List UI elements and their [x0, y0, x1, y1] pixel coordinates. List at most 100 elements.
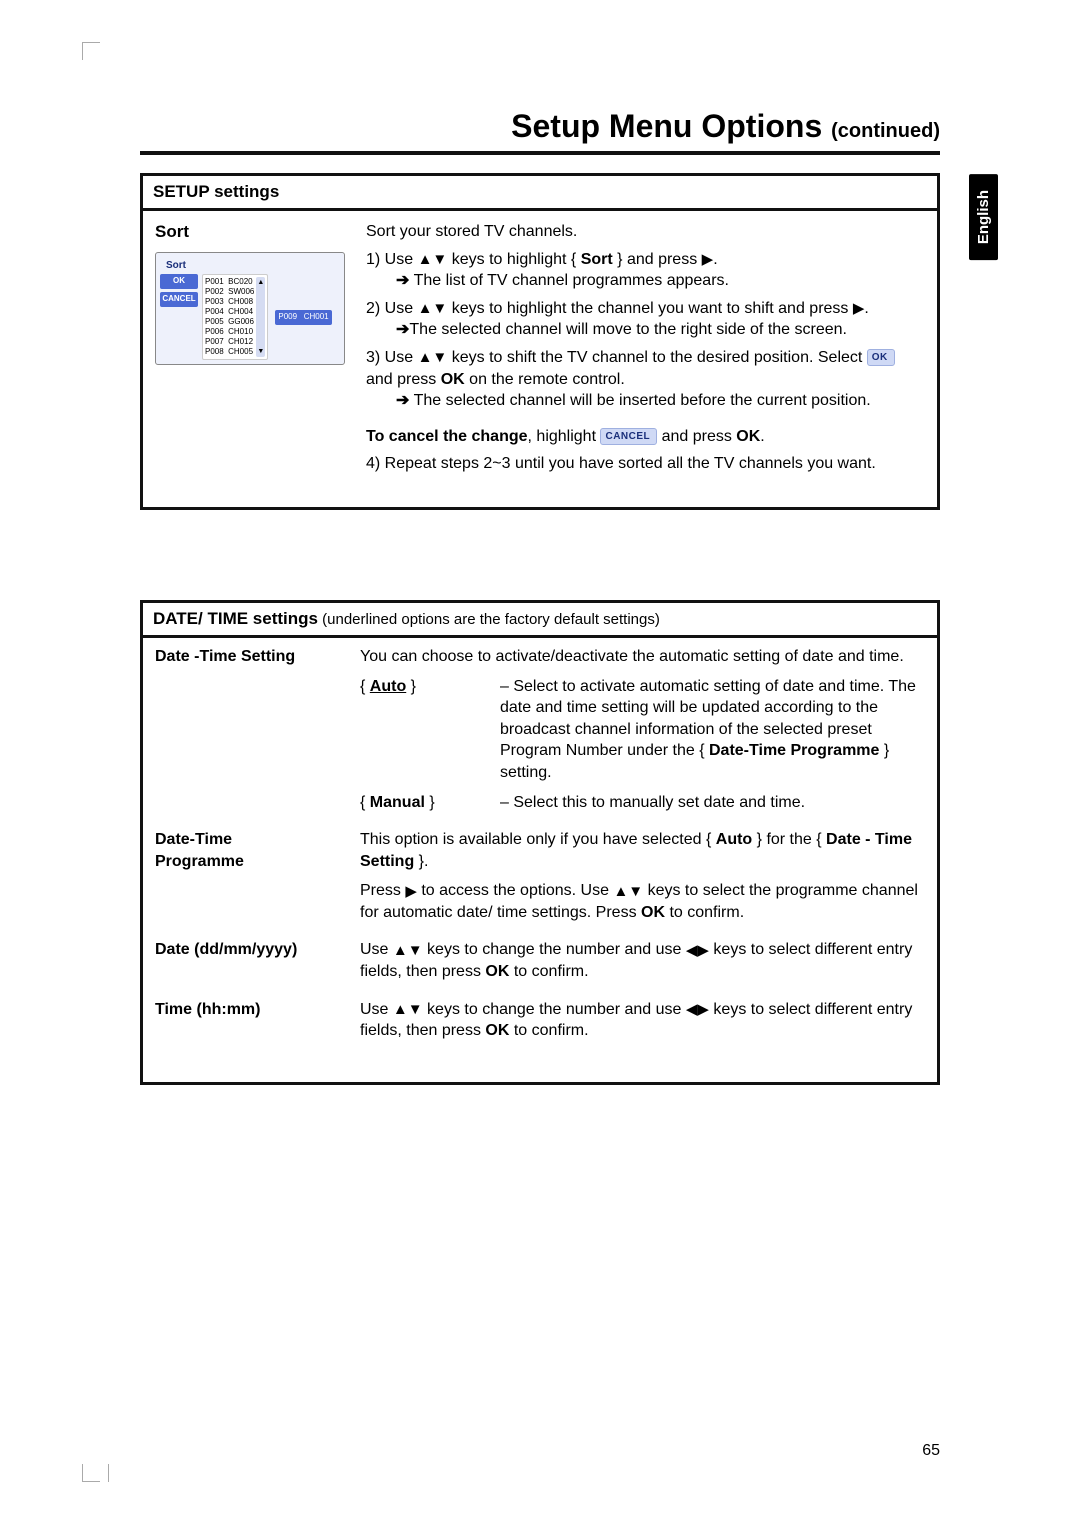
txt: 2) Use: [366, 300, 418, 317]
txt: Auto: [716, 831, 752, 848]
sort-cancel-note: To cancel the change, highlight CANCEL a…: [366, 426, 925, 448]
sort-osd: Sort OK CANCEL P001 BC020 P002 SW006 P00…: [155, 252, 345, 366]
osd-ch: P002 SW006: [205, 287, 254, 297]
dt-row-time: Time (hh:mm) Use ▲▼ keys to change the n…: [143, 991, 937, 1082]
osd-ch: P004 CH004: [205, 307, 254, 317]
txt: }.: [414, 853, 428, 870]
osd-ch: P003 CH008: [205, 297, 254, 307]
osd-channel-list: P001 BC020 P002 SW006 P003 CH008 P004 CH…: [202, 274, 268, 360]
opt-manual-key: { Manual }: [360, 792, 500, 814]
dt-row-title: Date-Time Programme: [155, 829, 360, 923]
txt: and press: [366, 371, 441, 388]
setup-left-col: Sort Sort OK CANCEL P001 BC020 P002 SW00…: [155, 221, 360, 481]
dt-row-programme: Date-Time Programme This option is avail…: [143, 821, 937, 931]
txt: Press: [360, 882, 405, 899]
txt: to confirm.: [509, 1022, 588, 1039]
txt: To cancel the change: [366, 428, 528, 445]
osd-scrollbar: ▲▼: [256, 277, 265, 357]
title-main: Setup Menu Options: [511, 108, 822, 144]
result-arrow-icon: [396, 392, 409, 409]
dt-row2-p2: Press ▶ to access the options. Use ▲▼ ke…: [360, 880, 925, 923]
osd-ch: P005 GG006: [205, 317, 254, 327]
txt: } for the {: [752, 831, 826, 848]
txt: Use: [360, 941, 393, 958]
txt: The list of TV channel programmes appear…: [409, 272, 729, 289]
ok-pill-icon: OK: [867, 349, 895, 367]
crop-mark-tl: [82, 42, 100, 60]
dt-row-title: Time (hh:mm): [155, 999, 360, 1042]
txt: on the remote control.: [465, 371, 625, 388]
txt: OK: [485, 963, 509, 980]
dt-heading-main: DATE/ TIME settings: [153, 609, 318, 628]
txt: keys to highlight {: [447, 251, 580, 268]
sort-intro: Sort your stored TV channels.: [366, 221, 925, 243]
txt: Sort: [581, 251, 613, 268]
txt: to access the options. Use: [417, 882, 614, 899]
txt: keys to shift the TV channel to the desi…: [447, 349, 867, 366]
setup-settings-box: SETUP settings Sort Sort OK CANCEL P001 …: [140, 173, 940, 510]
title-continued: (continued): [831, 120, 940, 142]
osd-ch: P001 BC020: [205, 277, 254, 287]
left-right-icon: ◀▶: [686, 943, 709, 958]
txt: to confirm.: [665, 904, 744, 921]
sort-step-4: 4) Repeat steps 2~3 until you have sorte…: [366, 453, 925, 475]
txt: Manual: [370, 794, 425, 811]
up-down-icon: ▲▼: [418, 350, 448, 365]
right-icon: ▶: [405, 884, 417, 899]
osd-title: Sort: [160, 257, 340, 275]
txt: keys to change the number and use: [423, 941, 686, 958]
txt: Programme: [155, 853, 244, 870]
dt-row1-desc: You can choose to activate/deactivate th…: [360, 646, 925, 668]
crop-mark-mid: [108, 1464, 109, 1482]
datetime-settings-box: DATE/ TIME settings (underlined options …: [140, 600, 940, 1085]
dt-row-title: Date -Time Setting: [155, 646, 360, 813]
scroll-up-icon: ▲: [257, 278, 264, 287]
txt: keys to highlight the channel you want t…: [447, 300, 853, 317]
txt: } and press: [613, 251, 702, 268]
osd-cancel-button: CANCEL: [160, 292, 198, 307]
txt: to confirm.: [509, 963, 588, 980]
txt: .: [864, 300, 868, 317]
right-icon: ▶: [853, 301, 865, 316]
cancel-pill-icon: CANCEL: [600, 428, 657, 446]
sort-step-3: 3) Use ▲▼ keys to shift the TV channel t…: [366, 347, 925, 412]
txt: The selected channel will be inserted be…: [409, 392, 870, 409]
osd-ch: P008 CH005: [205, 347, 254, 357]
osd-selected-channel: P009 CH001: [275, 310, 331, 325]
sort-step-2: 2) Use ▲▼ keys to highlight the channel …: [366, 298, 925, 341]
dt-heading-sub: (underlined options are the factory defa…: [318, 611, 660, 628]
txt: 3) Use: [366, 349, 418, 366]
result-arrow-icon: [396, 321, 409, 338]
opt-manual-val: – Select this to manually set date and t…: [500, 792, 925, 814]
dt-row-setting: Date -Time Setting You can choose to act…: [143, 638, 937, 821]
txt: OK: [736, 428, 760, 445]
opt-auto-key: { Auto }: [360, 676, 500, 784]
osd-ok-button: OK: [160, 274, 198, 289]
txt: Auto: [370, 678, 406, 695]
sort-item-title: Sort: [155, 221, 360, 244]
txt: .: [713, 251, 717, 268]
language-tab: English: [969, 174, 998, 260]
txt: OK: [441, 371, 465, 388]
dt-box-heading: DATE/ TIME settings (underlined options …: [143, 603, 937, 638]
page-number: 65: [922, 1442, 940, 1460]
up-down-icon: ▲▼: [613, 884, 643, 899]
dt-row2-desc: This option is available only if you hav…: [360, 829, 925, 872]
txt: The selected channel will move to the ri…: [409, 321, 847, 338]
scroll-down-icon: ▼: [257, 347, 264, 356]
up-down-icon: ▲▼: [393, 1002, 423, 1017]
txt: This option is available only if you hav…: [360, 831, 716, 848]
txt: Use: [360, 1001, 393, 1018]
dt-row4-desc: Use ▲▼ keys to change the number and use…: [360, 999, 925, 1042]
setup-right-col: Sort your stored TV channels. 1) Use ▲▼ …: [360, 221, 925, 481]
page-area: Setup Menu Options (continued) English S…: [140, 108, 940, 1424]
txt: , highlight: [528, 428, 601, 445]
txt: and press: [657, 428, 736, 445]
osd-ch: P006 CH010: [205, 327, 254, 337]
txt: OK: [641, 904, 665, 921]
right-icon: ▶: [702, 252, 714, 267]
dt-row-date: Date (dd/mm/yyyy) Use ▲▼ keys to change …: [143, 931, 937, 990]
dt-row3-desc: Use ▲▼ keys to change the number and use…: [360, 939, 925, 982]
left-right-icon: ◀▶: [686, 1002, 709, 1017]
txt: 1) Use: [366, 251, 418, 268]
